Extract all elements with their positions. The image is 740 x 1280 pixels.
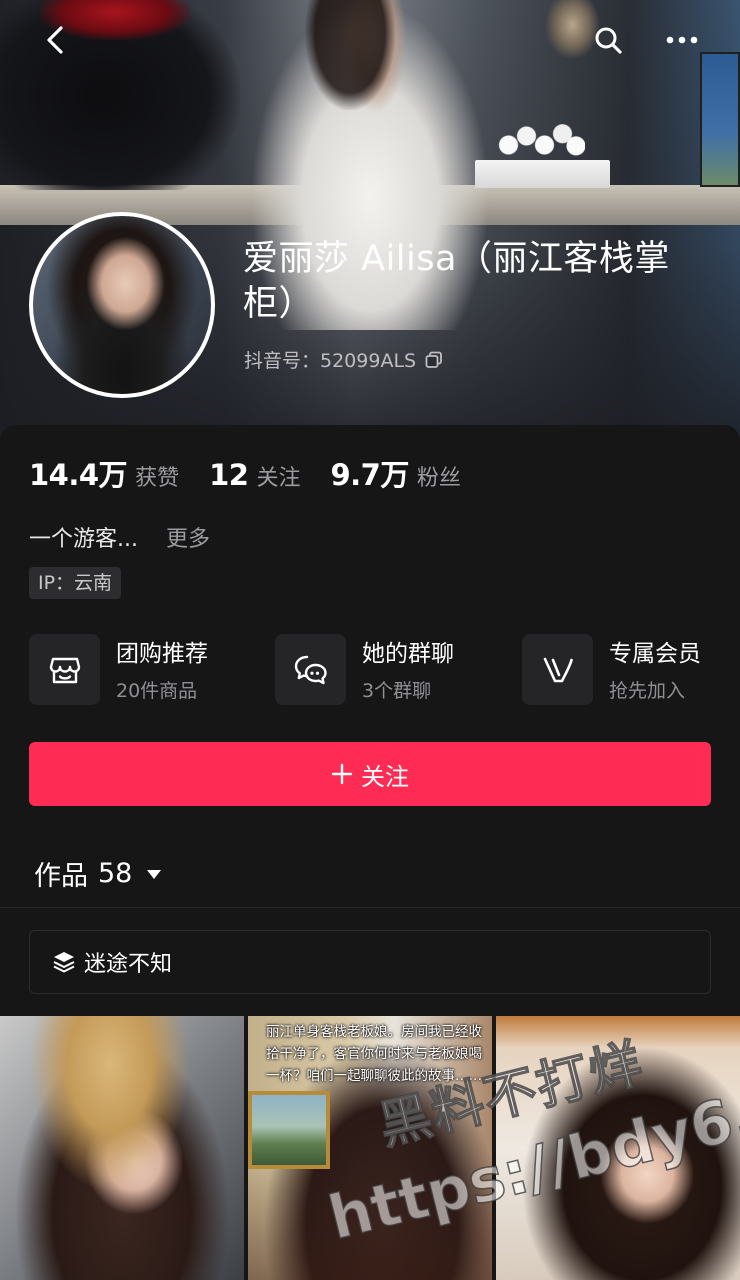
tab-works[interactable]: 作品 58 (34, 854, 162, 893)
stat-label: 关注 (256, 466, 301, 491)
stat-likes[interactable]: 14.4万 获赞 (29, 452, 179, 494)
video-thumbnail[interactable]: 丽江单身客栈老板娘。房间我已经收拾干净了，客官你何时来与老板娘喝一杯？咱们一起聊… (248, 1016, 492, 1280)
works-tab-label: 作品 (34, 861, 88, 892)
stat-value: 14.4万 (29, 458, 128, 492)
tab-divider (0, 907, 740, 908)
stat-following[interactable]: 12 关注 (209, 458, 300, 492)
more-dots-icon (666, 36, 698, 44)
stat-value: 12 (209, 458, 249, 492)
shop-icon (29, 634, 100, 705)
collection-entry[interactable]: 迷途不知 (29, 930, 711, 994)
profile-name: 爱丽莎 Ailisa（丽江客栈掌柜） (243, 239, 670, 324)
stat-label: 获赞 (135, 466, 180, 491)
cover-decor-balls (495, 118, 585, 163)
video-thumbnail[interactable] (496, 1016, 740, 1280)
search-button[interactable] (590, 22, 626, 58)
feature-group-buy[interactable]: 团购推荐 20件商品 (29, 634, 208, 706)
copy-icon[interactable] (424, 350, 444, 370)
feature-subtitle: 抢先加入 (609, 680, 686, 702)
follow-button[interactable]: 关注 (29, 742, 711, 806)
chat-bubbles-icon (275, 634, 346, 705)
follow-button-label: 关注 (361, 762, 409, 791)
thumbnail-caption: 丽江单身客栈老板娘。房间我已经收拾干净了，客官你何时来与老板娘喝一杯？咱们一起聊… (266, 1024, 482, 1084)
cover-decor-box (475, 160, 610, 188)
back-arrow-icon (47, 26, 63, 54)
douyin-id-text: 抖音号：52099ALS (244, 350, 417, 372)
stat-followers[interactable]: 9.7万 粉丝 (330, 452, 460, 494)
feature-title: 团购推荐 (116, 641, 208, 667)
ip-location-tag: IP：云南 (29, 567, 122, 599)
feature-subtitle: 3个群聊 (362, 680, 432, 702)
layers-icon (53, 952, 75, 973)
cover-person-hair (305, 0, 395, 110)
feature-title: 她的群聊 (362, 641, 454, 667)
collection-label: 迷途不知 (84, 952, 173, 977)
works-tab-count: 58 (98, 858, 133, 889)
bio-more-link[interactable]: 更多 (166, 521, 210, 553)
v-member-icon (522, 634, 593, 705)
search-icon (595, 27, 622, 54)
feature-membership[interactable]: 专属会员 抢先加入 (522, 634, 701, 706)
plus-icon (331, 763, 353, 785)
more-button[interactable] (664, 22, 700, 58)
thumbnail-painting (248, 1091, 330, 1169)
stat-value: 9.7万 (330, 458, 409, 492)
bio-text: 一个游客... (29, 527, 138, 552)
stat-label: 粉丝 (416, 466, 461, 491)
stats-row: 14.4万 获赞 12 关注 9.7万 粉丝 (29, 452, 491, 494)
douyin-id: 抖音号：52099ALS (244, 346, 444, 373)
avatar[interactable] (29, 212, 215, 398)
back-button[interactable] (38, 22, 74, 58)
video-thumbnail[interactable] (0, 1016, 244, 1280)
feature-title: 专属会员 (609, 641, 701, 667)
feature-subtitle: 20件商品 (116, 680, 198, 702)
cover-screen (700, 52, 740, 187)
caret-down-icon (146, 868, 162, 880)
feature-group-chat[interactable]: 她的群聊 3个群聊 (275, 634, 454, 706)
